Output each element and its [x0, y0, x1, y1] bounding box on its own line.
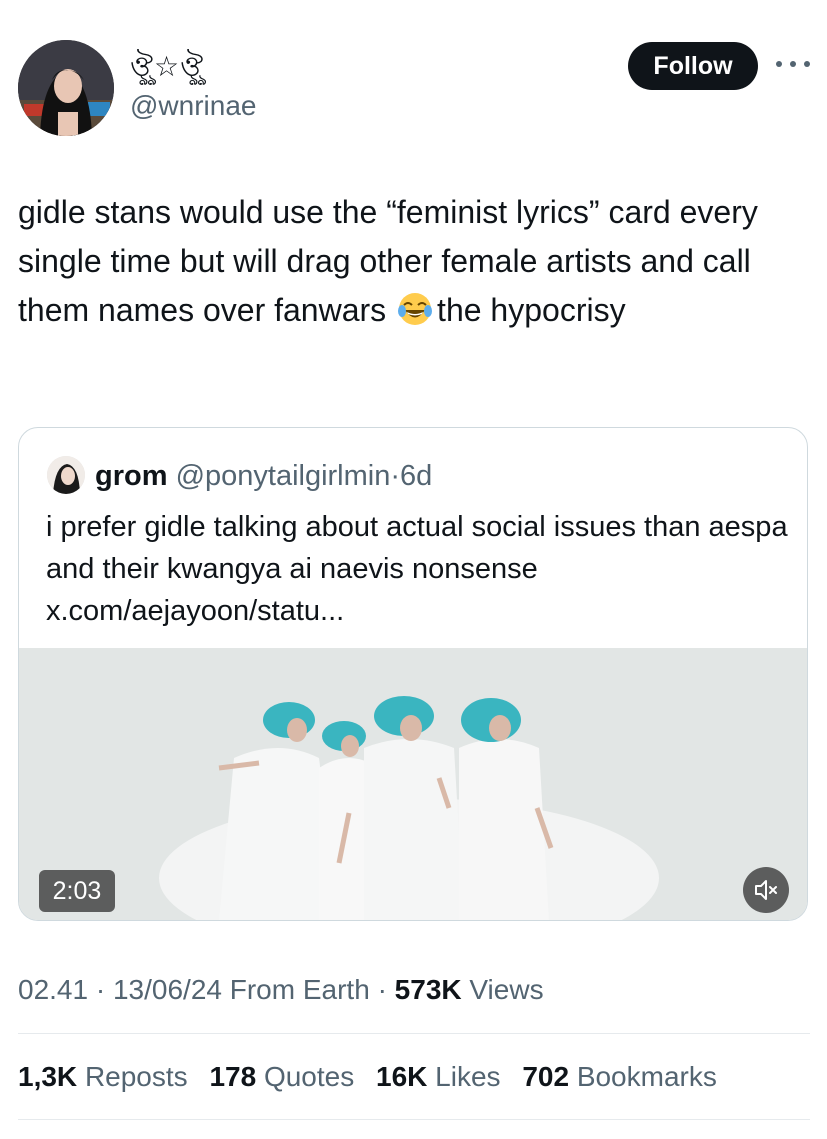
reposts-label: Reposts: [84, 1061, 188, 1092]
quotes-count: 178: [209, 1061, 257, 1092]
quote-separator: ·: [390, 460, 401, 492]
engagement-stats: 1,3K Reposts 178 Quotes 16K Likes 702 Bo…: [18, 1056, 731, 1098]
divider: [18, 1033, 810, 1034]
quote-author-handle[interactable]: @ponytailgirlmin: [176, 460, 391, 492]
video-thumbnail: [19, 648, 807, 920]
quote-text: i prefer gidle talking about actual soci…: [46, 506, 796, 632]
views-label: Views: [469, 974, 544, 1005]
author-handle[interactable]: @wnrinae: [130, 89, 256, 123]
author-avatar[interactable]: [18, 40, 114, 136]
mute-button[interactable]: [743, 867, 789, 913]
follow-button[interactable]: Follow: [628, 42, 758, 90]
tweet-date[interactable]: 13/06/24: [113, 974, 222, 1005]
more-horizontal-icon[interactable]: [776, 52, 810, 76]
likes-label: Likes: [435, 1061, 501, 1092]
quoted-tweet-card[interactable]: grom @ponytailgirlmin·6d i prefer gidle …: [18, 427, 808, 921]
quote-body: i prefer gidle talking about actual soci…: [46, 511, 788, 585]
quote-author-name[interactable]: grom: [95, 460, 168, 492]
quotes-label: Quotes: [263, 1061, 355, 1092]
quotes-stat[interactable]: 178 Quotes: [209, 1061, 354, 1092]
reposts-stat[interactable]: 1,3K Reposts: [18, 1061, 188, 1092]
quote-author-avatar[interactable]: [47, 456, 85, 494]
speaker-muted-icon: [755, 880, 777, 900]
quote-age[interactable]: 6d: [400, 460, 432, 492]
tweet-text-part-2: the hypocrisy: [437, 292, 626, 328]
tweet-time[interactable]: 02.41: [18, 974, 88, 1005]
likes-count: 16K: [376, 1061, 428, 1092]
quote-link[interactable]: x.com/aejayoon/statu...: [46, 590, 796, 632]
profile-photo-icon: [18, 40, 114, 136]
video-duration-badge: 2:03: [39, 870, 115, 912]
tweet-meta: 02.41 · 13/06/24 From Earth · 573K Views: [18, 970, 544, 1010]
bookmarks-count: 702: [522, 1061, 570, 1092]
bookmarks-stat[interactable]: 702 Bookmarks: [522, 1061, 717, 1092]
quote-header: grom @ponytailgirlmin·6d: [95, 459, 432, 493]
meta-separator: ·: [95, 974, 106, 1005]
tweet-text-part-1: gidle stans would use the “feminist lyri…: [18, 194, 758, 328]
divider: [18, 1119, 810, 1120]
bookmarks-label: Bookmarks: [576, 1061, 717, 1092]
tweet-location: From Earth: [229, 974, 370, 1005]
quote-video[interactable]: 2:03: [19, 648, 807, 920]
profile-photo-icon: [47, 456, 85, 494]
reposts-count: 1,3K: [18, 1061, 78, 1092]
author-display-name[interactable]: ঔৣ☆ঔৣ: [130, 52, 204, 82]
meta-separator: ·: [377, 974, 387, 1005]
tweet-text: gidle stans would use the “feminist lyri…: [18, 188, 808, 335]
face-with-tears-of-joy-icon: [398, 293, 433, 325]
views-count: 573K: [394, 974, 462, 1005]
likes-stat[interactable]: 16K Likes: [376, 1061, 501, 1092]
